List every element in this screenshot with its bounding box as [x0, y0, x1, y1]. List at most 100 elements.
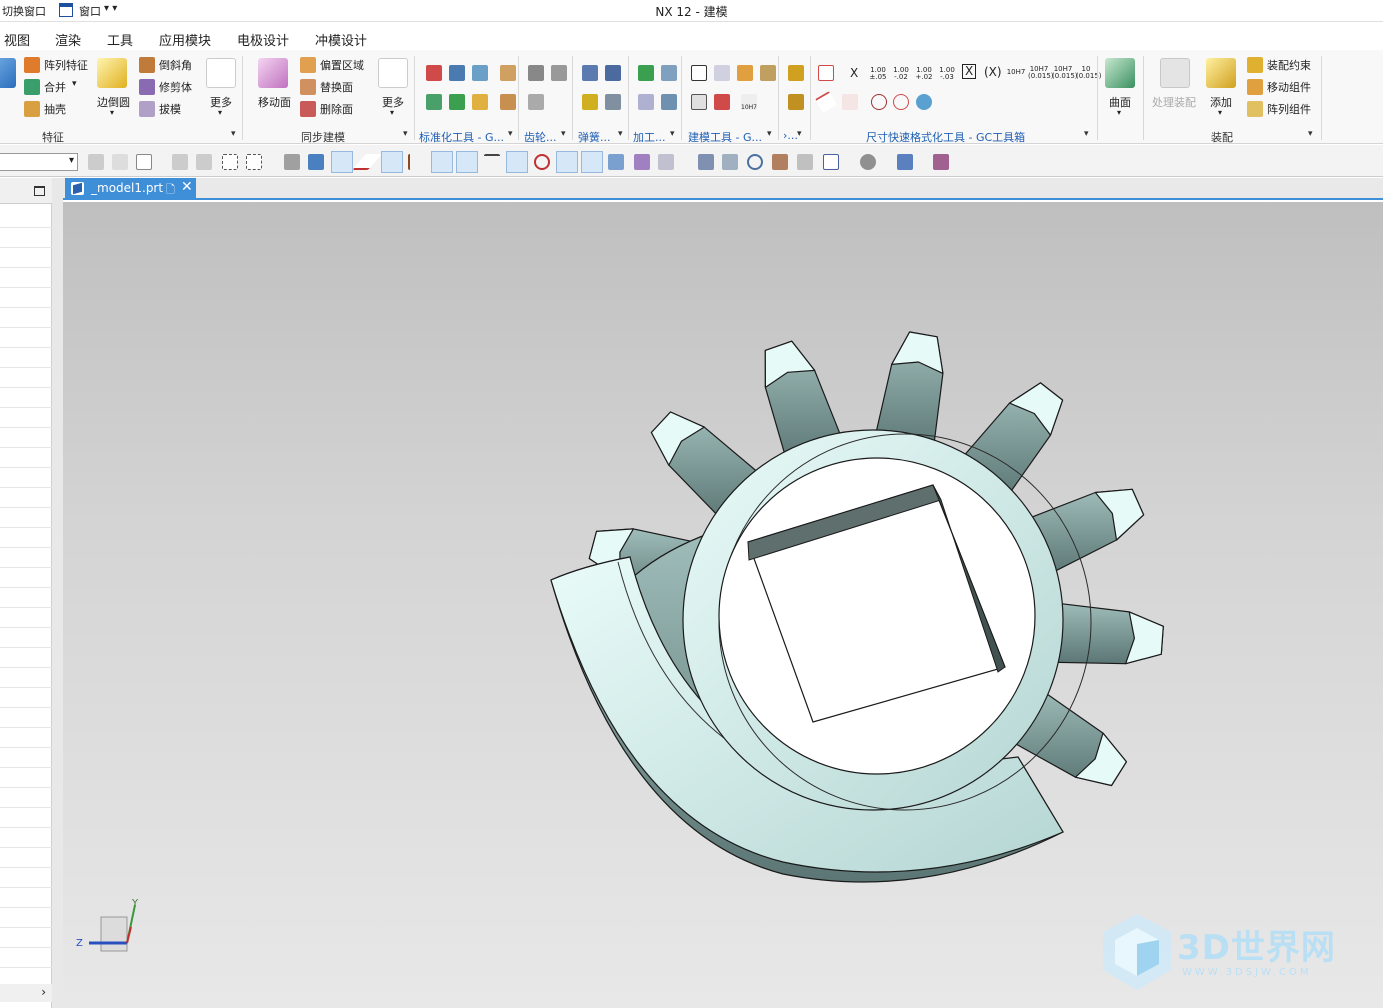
layout-icon[interactable]	[823, 154, 839, 170]
dimension-tool-icon[interactable]	[842, 94, 858, 110]
view-tool-icon[interactable]	[772, 154, 788, 170]
snap-icon[interactable]	[308, 154, 324, 170]
more-feature-icon[interactable]	[206, 58, 236, 88]
menu-applications[interactable]: 应用模块	[159, 30, 211, 49]
gc-tool-icon[interactable]	[472, 65, 488, 81]
navigator-row[interactable]	[0, 768, 52, 788]
navigator-row[interactable]	[0, 588, 52, 608]
navigator-row[interactable]	[0, 268, 52, 288]
trim-body-icon[interactable]	[139, 79, 155, 95]
navigator-row[interactable]	[0, 668, 52, 688]
machining-group-dropdown[interactable]: ▾	[670, 129, 675, 139]
spring-tool-icon[interactable]	[605, 65, 621, 81]
snap-selected-icon[interactable]	[381, 151, 403, 173]
snap-icon[interactable]	[608, 154, 624, 170]
dimension-group-dropdown[interactable]: ▾	[1084, 129, 1089, 139]
modeling-tool-icon[interactable]	[691, 94, 707, 110]
selection-tool-icon[interactable]	[222, 154, 238, 170]
navigator-row[interactable]	[0, 508, 52, 528]
navigator-row[interactable]	[0, 448, 52, 468]
modeling-tool-icon[interactable]	[691, 65, 707, 81]
snap-curve-icon[interactable]	[408, 154, 424, 170]
replace-face-icon[interactable]	[300, 79, 316, 95]
spring-tool-icon[interactable]	[582, 65, 598, 81]
draft-icon[interactable]	[139, 101, 155, 117]
snap-line-icon[interactable]	[352, 154, 382, 170]
view-tool-icon[interactable]	[722, 154, 738, 170]
diameter-icon[interactable]	[871, 94, 887, 110]
boxed-x-button[interactable]: X	[962, 64, 977, 79]
gear-group-dropdown[interactable]: ▾	[561, 129, 566, 139]
navigator-row[interactable]	[0, 888, 52, 908]
machining-tool-icon[interactable]	[661, 65, 677, 81]
gear-part-model[interactable]: Y Z	[63, 202, 1383, 1008]
snap-selected-icon[interactable]	[581, 151, 603, 173]
move-component-icon[interactable]	[1247, 79, 1263, 95]
dimension-tool-icon[interactable]	[818, 65, 834, 81]
snap-selected-icon[interactable]	[556, 151, 578, 173]
snap-intersection-icon[interactable]	[484, 154, 500, 170]
edge-blend-dropdown-icon[interactable]: ▾	[110, 108, 114, 117]
navigator-row[interactable]	[0, 788, 52, 808]
navigator-row[interactable]	[0, 628, 52, 648]
modeling-tool-icon[interactable]	[737, 65, 753, 81]
draft-button[interactable]: 拔模	[159, 101, 181, 117]
modeling-tool-icon[interactable]	[760, 65, 776, 81]
snap-selected-icon[interactable]	[456, 151, 478, 173]
box-select-icon[interactable]	[246, 154, 262, 170]
navigator-row[interactable]	[0, 308, 52, 328]
selection-tool-icon[interactable]	[136, 154, 152, 170]
trim-body-button[interactable]: 修剪体	[159, 79, 192, 95]
dimension-x-button[interactable]: X	[850, 66, 858, 80]
fit-button[interactable]: 10H7 (0.015)	[1028, 66, 1054, 80]
modeling-tool-icon[interactable]	[714, 65, 730, 81]
navigator-row[interactable]	[0, 568, 52, 588]
more-tool-icon[interactable]	[788, 94, 804, 110]
tolerance-button[interactable]: 1.00 -.02	[891, 67, 911, 81]
move-face-button[interactable]: 移动面	[258, 94, 291, 110]
more-feature-dropdown-icon[interactable]: ▾	[218, 108, 222, 117]
gc-tool-icon[interactable]	[426, 65, 442, 81]
scroll-right-icon[interactable]: ›	[41, 985, 46, 999]
rotate-icon[interactable]	[747, 154, 763, 170]
spring-tool-icon[interactable]	[582, 94, 598, 110]
diameter-icon[interactable]	[893, 94, 909, 110]
navigator-row[interactable]	[0, 608, 52, 628]
unite-dropdown-icon[interactable]: ▾	[72, 79, 77, 89]
navigator-row[interactable]	[0, 488, 52, 508]
navigator-row[interactable]	[0, 408, 52, 428]
dimension-tool-icon[interactable]	[815, 91, 837, 113]
tolerance-button[interactable]: 1.00 ±.05	[868, 67, 888, 81]
navigator-row[interactable]	[0, 328, 52, 348]
type-filter-dropdown[interactable]	[0, 153, 78, 171]
gc-tool-icon[interactable]	[472, 94, 488, 110]
more-group-dropdown[interactable]: ▾	[797, 129, 802, 139]
sync-group-dropdown[interactable]: ▾	[403, 129, 408, 139]
graphics-viewport[interactable]: Y Z 3D世界网 WWW.3DSJW.COM	[63, 202, 1383, 1008]
gc-tool-icon[interactable]	[500, 94, 516, 110]
snap-selected-icon[interactable]	[431, 151, 453, 173]
navigator-row[interactable]	[0, 528, 52, 548]
add-component-icon[interactable]	[1206, 58, 1236, 88]
navigator-row[interactable]	[0, 208, 52, 228]
navigator-row[interactable]	[0, 948, 52, 968]
view-tool-icon[interactable]	[933, 154, 949, 170]
delete-face-button[interactable]: 删除面	[320, 101, 353, 117]
spring-group-dropdown[interactable]: ▾	[618, 129, 623, 139]
gear-tool-icon[interactable]	[528, 94, 544, 110]
horizontal-scrollbar[interactable]: ›	[0, 984, 52, 1002]
selection-tool-icon[interactable]	[88, 154, 104, 170]
navigator-row[interactable]	[0, 228, 52, 248]
gc-tool-icon[interactable]	[500, 65, 516, 81]
fit-button[interactable]: 10H7	[1006, 69, 1026, 76]
navigator-row[interactable]	[0, 288, 52, 308]
close-tab-button[interactable]: ✕	[181, 179, 193, 195]
navigator-row[interactable]	[0, 868, 52, 888]
menu-electrode-design[interactable]: 电极设计	[237, 30, 289, 49]
selection-tool-icon[interactable]	[172, 154, 188, 170]
navigator-row[interactable]	[0, 808, 52, 828]
modeling-tool-icon[interactable]	[714, 94, 730, 110]
snap-icon[interactable]	[634, 154, 650, 170]
feature-group-dropdown[interactable]: ▾	[231, 129, 236, 139]
view-tool-icon[interactable]	[797, 154, 813, 170]
